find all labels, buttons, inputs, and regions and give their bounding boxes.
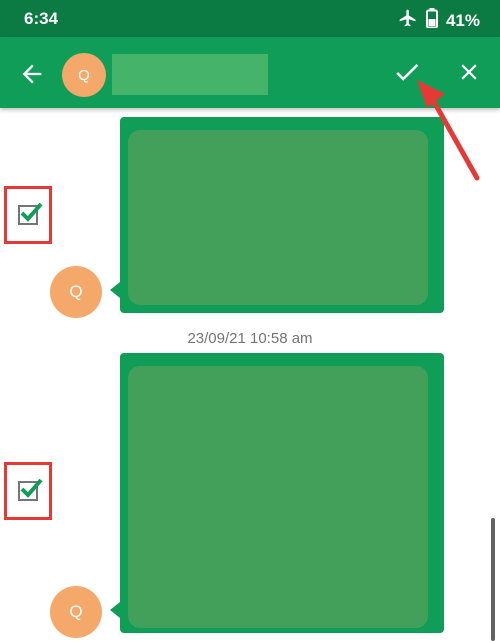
back-button[interactable] — [18, 60, 46, 88]
checkmark-icon — [20, 478, 43, 498]
status-bar: 6:34 41% — [0, 0, 500, 37]
selection-toolbar: Q — [0, 37, 500, 108]
checkbox-checked — [18, 202, 43, 225]
back-arrow-icon — [22, 64, 42, 84]
message-select-checkbox[interactable] — [4, 462, 52, 520]
check-icon — [396, 63, 419, 81]
close-icon — [461, 64, 477, 80]
sender-avatar[interactable]: Q — [50, 266, 102, 318]
checkmark-icon — [20, 202, 43, 222]
bubble-tail — [110, 602, 120, 618]
message-content-redacted — [128, 130, 428, 305]
battery-percentage: 41% — [445, 10, 480, 30]
confirm-selection-button[interactable] — [392, 57, 422, 87]
battery-icon — [425, 8, 438, 33]
scrollbar-thumb[interactable] — [491, 518, 495, 641]
message-bubble[interactable] — [120, 353, 444, 633]
contact-avatar-initial: Q — [78, 66, 90, 84]
status-icons: 41% — [398, 8, 480, 33]
message-content-redacted — [128, 366, 428, 628]
contact-avatar[interactable]: Q — [62, 53, 106, 97]
airplane-mode-icon — [398, 8, 418, 33]
close-selection-button[interactable] — [456, 59, 482, 85]
message-timestamp: 23/09/21 10:58 am — [187, 330, 313, 347]
status-time: 6:34 — [24, 9, 59, 28]
message-list[interactable]: Q 23/09/21 10:58 am Q — [0, 108, 500, 641]
contact-name-redacted — [112, 54, 268, 95]
sender-avatar[interactable]: Q — [50, 586, 102, 638]
sender-avatar-initial: Q — [69, 282, 83, 301]
sender-avatar-initial: Q — [69, 602, 83, 621]
bubble-tail — [110, 282, 120, 298]
checkbox-checked — [18, 478, 43, 501]
message-select-checkbox[interactable] — [4, 186, 52, 244]
message-bubble[interactable] — [120, 117, 444, 313]
